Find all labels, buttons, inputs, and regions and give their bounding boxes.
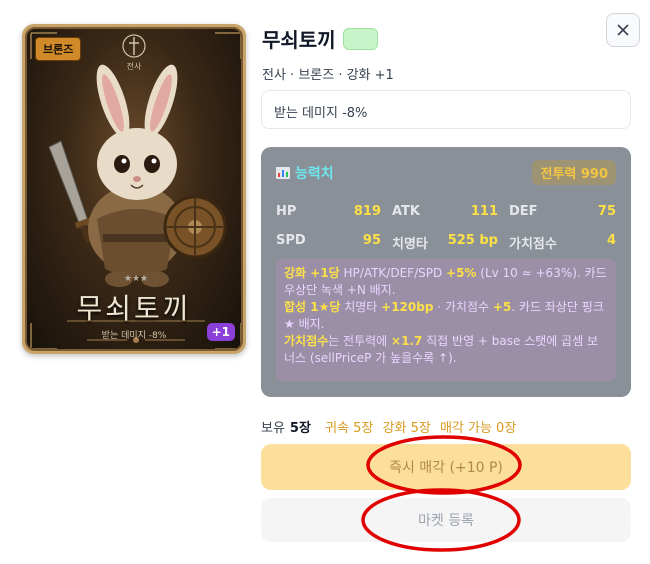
note-fusion: 합성 1★당 치명타 +120bp · 가치점수 +5. 카드 좌상단 핑크 ★… <box>284 300 604 331</box>
page-title: 무쇠토끼 <box>262 28 336 52</box>
grade-badge: 브론즈 <box>35 37 82 61</box>
stats-notes: 강화 +1당 HP/ATK/DEF/SPD +5% (Lv 10 ≈ +63%)… <box>276 259 616 381</box>
holdings-summary: 보유 5장 귀속 5장 강화 5장 매각 가능 0장 <box>261 417 521 436</box>
card-image: ★★★ 전사 브론즈 무쇠토끼 받는 데미지 -8% +1 <box>22 24 246 354</box>
stat-spd: SPD 95 <box>276 233 381 249</box>
stat-atk: ATK 111 <box>392 204 498 220</box>
stat-value: 111 <box>470 204 498 219</box>
close-button[interactable] <box>606 13 640 47</box>
stat-value: 525 bp <box>447 233 498 248</box>
market-register-button[interactable]: 마켓 등록 <box>261 498 631 542</box>
owned-label: 보유 <box>261 421 285 436</box>
stat-value: 4 <box>606 233 616 248</box>
stat-key: 치명타 <box>392 237 428 252</box>
stat-key: ATK <box>392 204 420 219</box>
enhanced-count: 강화 5장 <box>382 421 431 436</box>
note-enhance: 강화 +1당 HP/ATK/DEF/SPD +5% (Lv 10 ≈ +63%)… <box>284 266 607 297</box>
instant-sell-button[interactable]: 즉시 매각 (+10 P) <box>261 444 631 490</box>
effect-box: 받는 데미지 -8% <box>261 90 631 129</box>
card-subtitle: 전사 · 브론즈 · 강화 +1 <box>262 68 394 83</box>
stat-key: SPD <box>276 233 306 248</box>
stat-hp: HP 819 <box>276 204 381 220</box>
class-emblem: 전사 <box>119 33 149 71</box>
stat-key: HP <box>276 204 297 219</box>
stat-value: 75 <box>597 204 616 219</box>
owned-count: 5장 <box>289 421 311 436</box>
stat-key: 가치점수 <box>509 237 557 252</box>
stats-title-label: 능력치 <box>295 166 334 182</box>
enhance-badge: +1 <box>206 323 235 341</box>
bound-count: 귀속 5장 <box>325 421 374 436</box>
svg-text:★★★: ★★★ <box>124 274 148 284</box>
close-icon <box>617 24 629 36</box>
stats-title: 능력치 <box>276 163 334 183</box>
stat-def: DEF 75 <box>509 204 616 220</box>
stat-value: 819 <box>353 204 381 219</box>
card-art: ★★★ 전사 브론즈 무쇠토끼 받는 데미지 -8% +1 <box>25 27 243 351</box>
bar-chart-icon <box>276 167 290 179</box>
stat-value: 95 <box>362 233 381 248</box>
title-badge <box>343 28 378 50</box>
class-emblem-label: 전사 <box>126 62 142 71</box>
stats-panel: 능력치 전투력 990 HP 819 ATK 111 DEF 75 SPD 95… <box>261 147 631 397</box>
stat-value-score: 가치점수 4 <box>509 233 616 252</box>
note-value-score: 가치점수는 전투력에 ×1.7 직접 반영 + base 스탯에 곱셈 보너스 … <box>284 334 599 365</box>
stat-crit: 치명타 525 bp <box>392 233 498 252</box>
sellable-count: 매각 가능 0장 <box>439 421 517 436</box>
power-badge: 전투력 990 <box>532 160 616 185</box>
stat-key: DEF <box>509 204 538 219</box>
card-name: 무쇠토끼 <box>76 292 192 325</box>
sword-emblem-icon <box>122 34 146 58</box>
